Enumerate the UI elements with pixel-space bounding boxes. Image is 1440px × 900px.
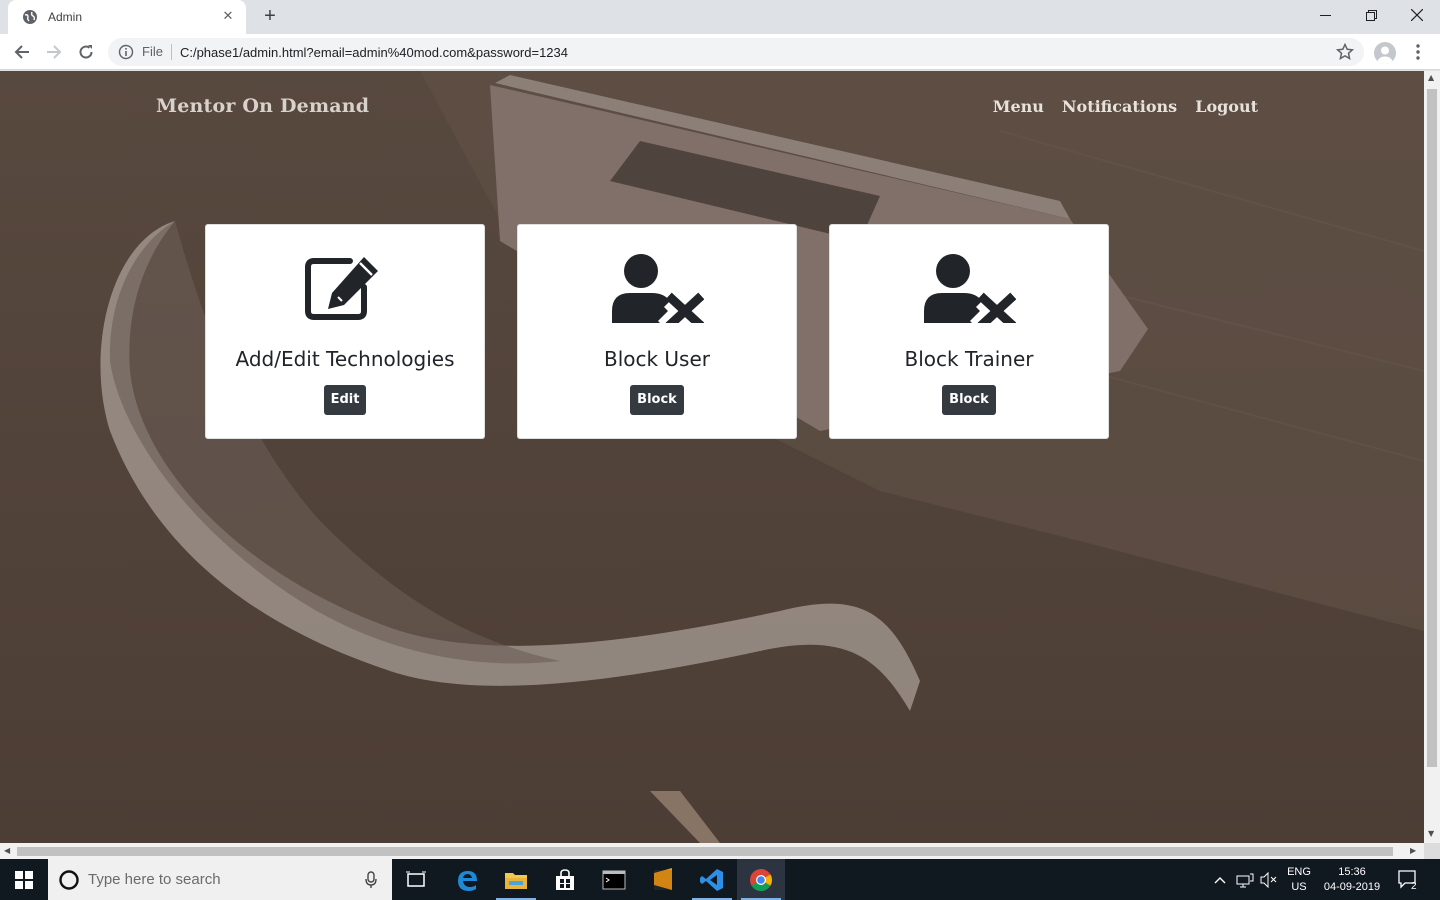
folder-icon	[505, 872, 527, 889]
system-clock[interactable]: 15:36 04-09-2019	[1318, 859, 1386, 900]
arrow-left-icon	[14, 45, 29, 59]
profile-avatar[interactable]	[1374, 42, 1396, 64]
scrollbar-corner	[1424, 843, 1440, 859]
network-icon	[1236, 873, 1254, 887]
nav-links: Menu Notifications Logout	[993, 97, 1258, 116]
card-block-user: Block User Block	[517, 224, 797, 439]
store-taskbar-button[interactable]	[541, 859, 589, 900]
more-menu-icon[interactable]	[1408, 42, 1428, 62]
new-tab-button[interactable]: +	[258, 5, 282, 29]
block-user-button[interactable]: Block	[630, 385, 684, 415]
chevron-up-icon	[1214, 876, 1226, 883]
volume-muted-icon	[1260, 871, 1277, 888]
forward-button[interactable]	[42, 40, 66, 64]
close-icon	[1411, 9, 1423, 21]
chrome-icon	[750, 868, 772, 891]
vscode-taskbar-button[interactable]	[688, 859, 736, 900]
address-bar[interactable]: File C:/phase1/admin.html?email=admin%40…	[108, 38, 1364, 66]
edge-taskbar-button[interactable]	[443, 859, 491, 900]
user-times-icon	[924, 254, 1016, 323]
user-times-icon	[612, 254, 704, 323]
store-bag-icon	[556, 868, 574, 890]
language-indicator[interactable]: ENG US	[1282, 859, 1316, 900]
nav-notifications-link[interactable]: Notifications	[1062, 97, 1177, 116]
browser-toolbar: File C:/phase1/admin.html?email=admin%40…	[0, 34, 1440, 70]
tab-title: Admin	[48, 10, 83, 24]
url-scheme-label: File	[142, 44, 172, 60]
chrome-taskbar-button[interactable]	[737, 859, 785, 900]
terminal-icon	[602, 870, 626, 889]
back-button[interactable]	[10, 40, 34, 64]
person-icon	[1377, 46, 1393, 64]
network-tray-button[interactable]	[1234, 859, 1256, 900]
page-viewport: Mentor On Demand Menu Notifications Logo…	[0, 71, 1424, 843]
horizontal-scrollbar[interactable]: ◀ ▶	[0, 843, 1424, 859]
minimize-icon	[1319, 14, 1331, 16]
close-tab-icon[interactable]: ✕	[220, 9, 236, 25]
block-trainer-button[interactable]: Block	[942, 385, 996, 415]
vertical-scroll-thumb[interactable]	[1427, 89, 1437, 767]
nav-logout-link[interactable]: Logout	[1195, 97, 1258, 116]
card-title: Add/Edit Technologies	[235, 347, 455, 371]
microphone-icon[interactable]	[364, 870, 378, 889]
restore-window-button[interactable]	[1348, 0, 1394, 30]
star-bookmark-icon[interactable]	[1336, 43, 1354, 61]
url-text[interactable]: C:/phase1/admin.html?email=admin%40mod.c…	[180, 45, 1336, 60]
globe-icon	[23, 10, 37, 24]
minimize-window-button[interactable]	[1302, 0, 1348, 30]
top-navbar: Mentor On Demand Menu Notifications Logo…	[0, 71, 1424, 143]
edge-browser-icon	[458, 870, 477, 891]
task-view-button[interactable]	[392, 859, 440, 900]
scroll-right-icon[interactable]: ▶	[1410, 846, 1416, 855]
restore-icon	[1365, 9, 1377, 21]
brand-title[interactable]: Mentor On Demand	[156, 95, 369, 117]
windows-taskbar: Type here to search ENG US 15:36 04-09-2…	[0, 859, 1440, 900]
close-window-button[interactable]	[1394, 0, 1440, 30]
nav-menu-link[interactable]: Menu	[993, 97, 1044, 116]
scroll-down-icon[interactable]: ▼	[1428, 829, 1434, 838]
tray-overflow-button[interactable]	[1210, 859, 1230, 900]
notification-count: 2	[1411, 881, 1417, 892]
background-photo	[0, 71, 1424, 843]
volume-tray-button[interactable]	[1258, 859, 1280, 900]
info-icon[interactable]	[118, 44, 134, 60]
scroll-up-icon[interactable]: ▲	[1428, 73, 1434, 82]
reload-button[interactable]	[74, 40, 98, 64]
clock-date: 04-09-2019	[1323, 880, 1381, 893]
scroll-left-icon[interactable]: ◀	[4, 846, 10, 855]
vscode-icon	[700, 868, 723, 891]
action-center-button[interactable]: 2	[1394, 859, 1424, 900]
windows-logo-icon	[15, 870, 33, 889]
taskbar-search-box[interactable]: Type here to search	[48, 859, 392, 900]
sublime-text-icon	[654, 867, 672, 890]
card-block-trainer: Block Trainer Block	[829, 224, 1109, 439]
file-explorer-taskbar-button[interactable]	[492, 859, 540, 900]
task-view-icon	[406, 871, 426, 887]
horizontal-scroll-thumb[interactable]	[17, 847, 1393, 856]
search-placeholder: Type here to search	[88, 871, 221, 888]
cortana-circle-icon	[59, 869, 79, 890]
language-code: ENG	[1287, 865, 1311, 878]
reload-icon	[79, 45, 93, 59]
card-add-edit-technologies: Add/Edit Technologies Edit	[205, 224, 485, 439]
edit-icon	[305, 257, 378, 320]
vertical-scrollbar[interactable]: ▲ ▼	[1424, 71, 1440, 843]
arrow-right-icon	[47, 45, 62, 59]
region-code: US	[1291, 880, 1307, 893]
sublime-taskbar-button[interactable]	[639, 859, 687, 900]
terminal-taskbar-button[interactable]	[590, 859, 638, 900]
clock-time: 15:36	[1338, 865, 1366, 878]
edit-technologies-button[interactable]: Edit	[323, 385, 367, 415]
browser-tabstrip: Admin ✕ +	[0, 0, 1440, 34]
start-button[interactable]	[0, 859, 48, 900]
browser-tab[interactable]: Admin ✕	[8, 0, 246, 34]
card-title: Block Trainer	[904, 347, 1034, 371]
card-title: Block User	[603, 347, 711, 371]
